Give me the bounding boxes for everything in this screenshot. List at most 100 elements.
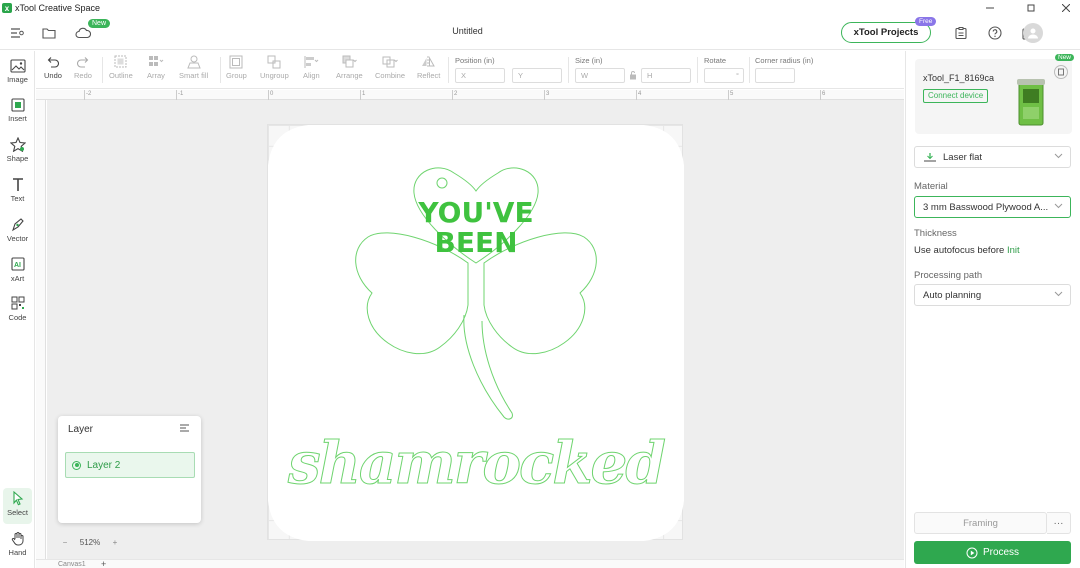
combine-button[interactable]: Combine (375, 55, 405, 80)
ruler-tick-label: -1 (178, 91, 184, 97)
lock-ratio-button[interactable] (629, 70, 637, 83)
tool-insert[interactable]: Insert (0, 98, 35, 134)
corner-radius-field[interactable] (755, 68, 795, 83)
undo-button[interactable]: Undo (44, 55, 62, 80)
align-label: Align (303, 71, 320, 80)
more-options-button[interactable]: ··· (1047, 512, 1071, 534)
outline-icon (114, 55, 127, 68)
app-title: xTool Creative Space (15, 3, 101, 13)
laser-mode-value: Laser flat (943, 151, 983, 163)
group-button[interactable]: Group (226, 55, 247, 80)
top-bar: New Untitled xTool Projects Free (0, 16, 1080, 50)
work-area[interactable]: YOU'VE BEEN shamrocked (267, 124, 684, 541)
processing-path-select[interactable]: Auto planning (914, 284, 1071, 306)
connect-device-button[interactable]: Connect device (923, 89, 989, 103)
add-canvas-button[interactable]: + (101, 559, 106, 568)
align-button[interactable]: Align (303, 55, 320, 80)
redo-label: Redo (74, 71, 92, 80)
tasks-button[interactable] (952, 24, 970, 42)
tool-label: Insert (8, 114, 27, 123)
tool-image[interactable]: Image (0, 59, 35, 95)
init-link[interactable]: Init (1007, 245, 1020, 256)
tool-code[interactable]: Code (0, 296, 35, 332)
process-button[interactable]: Process (914, 541, 1071, 564)
array-icon (148, 56, 164, 66)
undo-label: Undo (44, 71, 62, 80)
material-select[interactable]: 3 mm Basswood Plywood A... (914, 196, 1071, 218)
arrange-button[interactable]: Arrange (336, 55, 363, 80)
laser-device-icon (1017, 79, 1045, 126)
framing-button[interactable]: Framing (914, 512, 1047, 534)
size-w-field[interactable]: W (575, 68, 625, 83)
zoom-control: − 512% + (58, 534, 128, 550)
tool-shape[interactable]: Shape (0, 137, 35, 173)
smart-fill-icon (186, 55, 201, 69)
smart-fill-button[interactable]: Smart fill (179, 55, 208, 80)
zoom-out-button[interactable]: − (58, 538, 72, 547)
divider (749, 57, 750, 83)
tool-hand[interactable]: Hand (0, 531, 35, 567)
ruler-tick-label: 0 (270, 91, 274, 97)
position-label: Position (in) (455, 56, 495, 65)
free-badge: Free (915, 17, 937, 26)
position-y-field[interactable]: Y (512, 68, 562, 83)
text-icon (12, 178, 23, 191)
combine-icon (382, 56, 398, 68)
layer-panel: Layer Layer 2 (58, 416, 201, 523)
redo-button[interactable]: Redo (74, 55, 92, 80)
svg-text:AI: AI (14, 262, 21, 269)
ungroup-button[interactable]: Ungroup (260, 55, 289, 80)
ruler-tick-label: 4 (638, 91, 642, 97)
tool-text[interactable]: Text (0, 177, 35, 213)
settings-list-icon (180, 424, 189, 432)
heart-line2-text: BEEN (434, 226, 517, 259)
divider (448, 57, 449, 83)
laser-mode-select[interactable]: Laser flat (914, 146, 1071, 168)
array-button[interactable]: Array (147, 55, 165, 80)
image-icon (9, 59, 26, 73)
outline-label: Outline (109, 71, 133, 80)
reflect-label: Reflect (417, 71, 441, 80)
tool-vector[interactable]: Vector (0, 217, 35, 253)
material-label: Material (914, 181, 948, 192)
close-button[interactable] (1048, 0, 1080, 16)
material-value: 3 mm Basswood Plywood A... (923, 201, 1049, 213)
chevron-down-icon (1054, 203, 1063, 209)
minimize-button[interactable] (972, 0, 1008, 16)
reflect-button[interactable]: Reflect (417, 55, 440, 80)
device-info-button[interactable] (1054, 65, 1068, 79)
position-x-field[interactable]: X (455, 68, 505, 83)
size-h-field[interactable]: H (641, 68, 691, 83)
reflect-icon (421, 56, 435, 68)
script-text: shamrocked (287, 429, 665, 497)
layer-settings-button[interactable] (179, 423, 190, 436)
zoom-in-button[interactable]: + (108, 538, 122, 547)
design-graphic[interactable]: YOU'VE BEEN shamrocked (268, 125, 684, 541)
canvas-tab-bar: Canvas1 + (36, 559, 904, 568)
user-icon (1028, 28, 1038, 39)
device-settings-icon (1058, 68, 1064, 76)
ruler-tick-label: 5 (730, 91, 734, 97)
ungroup-label: Ungroup (260, 71, 289, 80)
shape-icon (9, 137, 26, 152)
outline-button[interactable]: Outline (109, 55, 133, 80)
tab-canvas1[interactable]: Canvas1 (58, 561, 86, 568)
ruler-tick-mark (452, 90, 453, 100)
device-card[interactable]: xTool_F1_8169ca Connect device (915, 59, 1072, 134)
qrcode-icon (11, 296, 24, 310)
tool-label: Code (8, 313, 27, 322)
vector-icon (11, 218, 24, 232)
avatar[interactable] (1023, 23, 1043, 43)
xart-icon: AI (10, 257, 25, 271)
maximize-button[interactable] (1013, 0, 1049, 16)
zoom-level: 512% (79, 537, 101, 547)
ruler-tick-mark (176, 90, 177, 100)
rotate-field[interactable]: ° (704, 68, 744, 83)
ruler-tick-label: -2 (86, 91, 92, 97)
tool-xart[interactable]: AI xArt (0, 257, 35, 293)
tool-select[interactable]: Select (3, 488, 32, 524)
layer-item[interactable]: Layer 2 (65, 452, 195, 478)
help-button[interactable] (986, 24, 1004, 42)
ruler-tick-label: 3 (546, 91, 550, 97)
thickness-label: Thickness (914, 228, 957, 239)
